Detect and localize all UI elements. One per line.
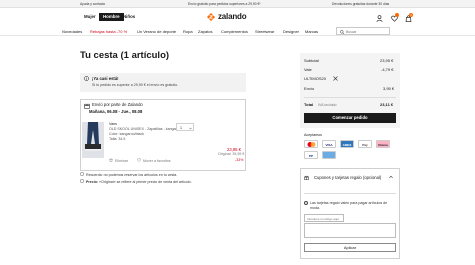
delivery-date: Mañana, 06.08 - Jue., 08.08 [89, 109, 143, 114]
voucher-value: -4,79 € [381, 67, 394, 72]
price-note: Precio: «Original» se refiere al primer … [86, 180, 192, 184]
product-image[interactable] [82, 122, 104, 158]
price-note-bold: Precio: [86, 179, 99, 184]
mastercard-icon [304, 140, 318, 148]
amex-icon: AMEX [340, 140, 354, 148]
chevron-down-icon [189, 127, 192, 129]
voucher-label: Vale [304, 67, 312, 72]
voucher-code-input[interactable]: Introduce el código aquí [304, 214, 344, 222]
shipper-label: Envío por parte de Zalando [92, 102, 143, 107]
voucher-radio[interactable] [304, 201, 308, 205]
checkout-button[interactable]: Comenzar pedido [304, 113, 396, 123]
discount-label: -33% [235, 158, 244, 162]
apply-voucher-button[interactable]: Aplicar [304, 243, 396, 252]
shipment-box: Envío por parte de Zalando Mañana, 06.08… [80, 99, 246, 171]
category-nav: Novedades Rebajas hasta -70 % Un Verano … [0, 26, 475, 36]
price-note-text: «Original» se refiere al primer precio d… [98, 179, 192, 184]
total-value: 23,11 € [380, 102, 394, 107]
product-size: Talla: 34.5 [109, 137, 126, 141]
nav-ropa[interactable]: Ropa [183, 29, 193, 34]
nav-verano-deporte[interactable]: Un Verano de deporte [137, 29, 176, 34]
remove-voucher-icon[interactable] [333, 75, 338, 81]
subtotal-value: 23,95 € [380, 58, 394, 63]
reservation-note: Recuerda: no podemos reservar los artícu… [86, 172, 178, 177]
info-small-icon [80, 172, 84, 176]
shipping-value: 3,95 € [383, 86, 395, 91]
search-input[interactable]: Buscar [336, 27, 390, 35]
nav-novedades[interactable]: Novedades [62, 29, 82, 34]
voucher-code: ULTIMOS20 [304, 76, 326, 81]
price-original: Original: 35,95 € [218, 152, 245, 156]
product-brand: Vans [109, 122, 117, 126]
wishlist-badge [395, 13, 399, 17]
move-to-wishlist-link[interactable]: Mover a favoritos [143, 159, 171, 163]
remove-link[interactable]: Eliminar [115, 159, 128, 163]
help-link[interactable]: Ayuda y contacto [80, 2, 105, 6]
zalando-logo-text[interactable]: zalando [218, 12, 247, 21]
quantity-select[interactable]: 1 [176, 123, 194, 131]
free-shipping-text: Envío gratuito para pedidos superiores a… [188, 2, 261, 6]
accepted-label: Aceptamos [304, 133, 322, 137]
product-color: Color: kangaroo/black [109, 132, 144, 136]
apple-pay-icon: Pay [358, 140, 372, 148]
info-small-icon-2 [80, 179, 84, 183]
nav-rebajas[interactable]: Rebajas hasta -70 % [90, 29, 127, 34]
gift-icon [304, 175, 309, 180]
notice-title: ¡Ya casi está! [92, 76, 119, 81]
notice-text: Si tu pedido es superior a 29,90 € el en… [92, 83, 179, 87]
total-label: Total [304, 102, 314, 107]
search-placeholder: Buscar [346, 29, 357, 34]
shipping-label: Envío [304, 86, 315, 91]
tab-ninos[interactable]: Niños [119, 13, 139, 21]
visa-icon: VISA [322, 140, 336, 148]
gift-card-icon [322, 151, 336, 159]
zalando-logo-icon[interactable] [207, 13, 215, 21]
free-shipping-notice: ¡Ya casi está! Si tu pedido es superior … [80, 73, 246, 92]
main-header: Mujer Hombre Niños zalando 1 [0, 8, 475, 26]
subtotal-label: Subtotal [304, 58, 319, 63]
nav-designer[interactable]: Designer [283, 29, 299, 34]
voucher-code-placeholder: Introduce el código aquí [307, 217, 340, 221]
free-returns-text: Devoluciones gratuitas durante 30 días [332, 2, 390, 6]
cart-count-badge: 1 [409, 13, 413, 17]
voucher-info: Las tarjetas regalo valen para pagar art… [310, 201, 388, 210]
search-icon [340, 29, 345, 34]
tab-mujer[interactable]: Mujer [80, 13, 100, 21]
nav-marcas[interactable]: Marcas [305, 29, 318, 34]
voucher-panel-title[interactable]: Cupones y tarjetas regalo (opcional) [314, 175, 384, 181]
nav-zapatos[interactable]: Zapatos [198, 29, 212, 34]
voucher-code-field[interactable] [304, 223, 396, 238]
total-vat-note: IVA incluido [318, 103, 337, 107]
paypal-icon: PP [304, 151, 318, 159]
heart-icon[interactable] [137, 158, 141, 162]
page-title: Tu cesta (1 artículo) [80, 50, 170, 61]
nav-complementos[interactable]: Complementos [221, 29, 248, 34]
klarna-icon: Klarna [376, 140, 390, 148]
chevron-up-icon[interactable] [389, 175, 393, 179]
account-icon[interactable] [376, 15, 383, 22]
trash-icon[interactable] [109, 158, 113, 162]
quantity-value: 1 [180, 125, 182, 130]
nav-streetwear[interactable]: Streetwear [255, 29, 274, 34]
summary-divider [304, 97, 396, 98]
top-info-bar: Ayuda y contacto Envío gratuito para ped… [0, 0, 475, 8]
info-icon [84, 76, 89, 81]
voucher-divider [304, 193, 396, 194]
